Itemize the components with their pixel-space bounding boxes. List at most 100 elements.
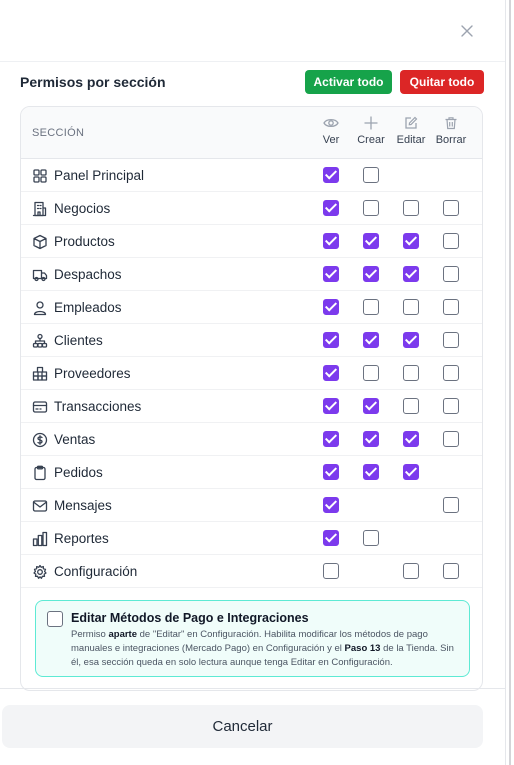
dollar-circle-icon	[32, 432, 48, 448]
checkbox-borrar[interactable]	[443, 200, 459, 216]
checkbox-editar[interactable]	[403, 332, 419, 348]
checkbox-ver[interactable]	[323, 563, 339, 579]
checkbox-ver[interactable]	[323, 398, 339, 414]
table-header: SECCIÓN Ver Crear Editar Borrar	[21, 107, 482, 159]
scrollbar[interactable]	[505, 0, 514, 765]
edit-icon	[405, 116, 418, 129]
checkbox-ver[interactable]	[323, 431, 339, 447]
checkbox-borrar[interactable]	[443, 431, 459, 447]
table-row: Panel Principal	[21, 159, 482, 192]
checkbox-borrar[interactable]	[443, 233, 459, 249]
row-label: Proveedores	[54, 366, 131, 381]
checkbox-ver[interactable]	[323, 167, 339, 183]
checkbox-borrar[interactable]	[443, 497, 459, 513]
row-label: Panel Principal	[54, 168, 145, 183]
building-icon	[32, 201, 48, 217]
gear-icon	[32, 564, 48, 580]
table-row: Proveedores	[21, 357, 482, 390]
checkbox-editar[interactable]	[403, 266, 419, 282]
table-row: Ventas	[21, 423, 482, 456]
payment-integrations-title: Editar Métodos de Pago e Integraciones	[71, 611, 309, 625]
activate-all-button[interactable]: Activar todo	[305, 70, 392, 94]
checkbox-editar[interactable]	[403, 299, 419, 315]
row-label: Despachos	[54, 267, 122, 282]
checkbox-borrar[interactable]	[443, 332, 459, 348]
checkbox-crear[interactable]	[363, 530, 379, 546]
checkbox-ver[interactable]	[323, 332, 339, 348]
checkbox-crear[interactable]	[363, 167, 379, 183]
row-label: Pedidos	[54, 465, 103, 480]
row-label: Mensajes	[54, 498, 112, 513]
checkbox-borrar[interactable]	[443, 299, 459, 315]
checkbox-editar[interactable]	[403, 365, 419, 381]
card-icon	[32, 399, 48, 415]
row-label: Reportes	[54, 531, 109, 546]
truck-icon	[32, 267, 48, 283]
row-label: Negocios	[54, 201, 111, 216]
checkbox-borrar[interactable]	[443, 266, 459, 282]
grid-icon	[32, 168, 48, 184]
checkbox-crear[interactable]	[363, 332, 379, 348]
table-row: Despachos	[21, 258, 482, 291]
checkbox-borrar[interactable]	[443, 398, 459, 414]
checkbox-ver[interactable]	[323, 530, 339, 546]
checkbox-crear[interactable]	[363, 398, 379, 414]
checkbox-crear[interactable]	[363, 299, 379, 315]
row-label: Ventas	[54, 432, 96, 447]
clipboard-icon	[32, 465, 48, 481]
checkbox-crear[interactable]	[363, 431, 379, 447]
close-icon[interactable]	[458, 22, 476, 40]
remove-all-button[interactable]: Quitar todo	[400, 70, 484, 94]
checkbox-crear[interactable]	[363, 365, 379, 381]
checkbox-crear[interactable]	[363, 233, 379, 249]
bar-chart-icon	[32, 531, 48, 547]
permissions-modal: Permisos por sección Activar todo Quitar…	[0, 0, 505, 765]
table-row: Reportes	[21, 522, 482, 555]
checkbox-ver[interactable]	[323, 200, 339, 216]
table-row: Productos	[21, 225, 482, 258]
table-row: Clientes	[21, 324, 482, 357]
checkbox-ver[interactable]	[323, 266, 339, 282]
footer-divider	[0, 688, 505, 689]
column-header-borrar: Borrar	[427, 116, 475, 146]
trash-icon	[445, 117, 457, 130]
mail-icon	[32, 498, 48, 514]
eye-icon	[323, 118, 339, 128]
table-row: Negocios	[21, 192, 482, 225]
boxes-icon	[32, 366, 48, 382]
checkbox-ver[interactable]	[323, 464, 339, 480]
row-label: Clientes	[54, 333, 103, 348]
user-icon	[32, 300, 48, 316]
checkbox-ver[interactable]	[323, 299, 339, 315]
checkbox-editar[interactable]	[403, 398, 419, 414]
payment-integrations-checkbox[interactable]	[47, 611, 63, 627]
table-row: Configuración	[21, 555, 482, 588]
row-label: Configuración	[54, 564, 138, 579]
table-row: Transacciones	[21, 390, 482, 423]
table-row: Mensajes	[21, 489, 482, 522]
checkbox-crear[interactable]	[363, 266, 379, 282]
header-divider	[0, 61, 505, 62]
plus-icon	[364, 116, 378, 130]
checkbox-crear[interactable]	[363, 200, 379, 216]
permissions-table: SECCIÓN Ver Crear Editar Borrar Panel Pr…	[20, 106, 483, 691]
section-column-header: SECCIÓN	[32, 127, 85, 139]
cancel-button[interactable]: Cancelar	[2, 705, 483, 748]
checkbox-borrar[interactable]	[443, 365, 459, 381]
checkbox-ver[interactable]	[323, 497, 339, 513]
row-label: Productos	[54, 234, 115, 249]
checkbox-crear[interactable]	[363, 464, 379, 480]
row-label: Transacciones	[54, 399, 142, 414]
payment-integrations-description: Permiso aparte de "Editar" en Configurac…	[71, 629, 454, 668]
row-label: Empleados	[54, 300, 122, 315]
checkbox-editar[interactable]	[403, 431, 419, 447]
checkbox-ver[interactable]	[323, 365, 339, 381]
network-icon	[32, 333, 48, 349]
checkbox-editar[interactable]	[403, 563, 419, 579]
checkbox-editar[interactable]	[403, 464, 419, 480]
box-icon	[32, 234, 48, 250]
checkbox-editar[interactable]	[403, 233, 419, 249]
checkbox-editar[interactable]	[403, 200, 419, 216]
checkbox-ver[interactable]	[323, 233, 339, 249]
checkbox-borrar[interactable]	[443, 563, 459, 579]
